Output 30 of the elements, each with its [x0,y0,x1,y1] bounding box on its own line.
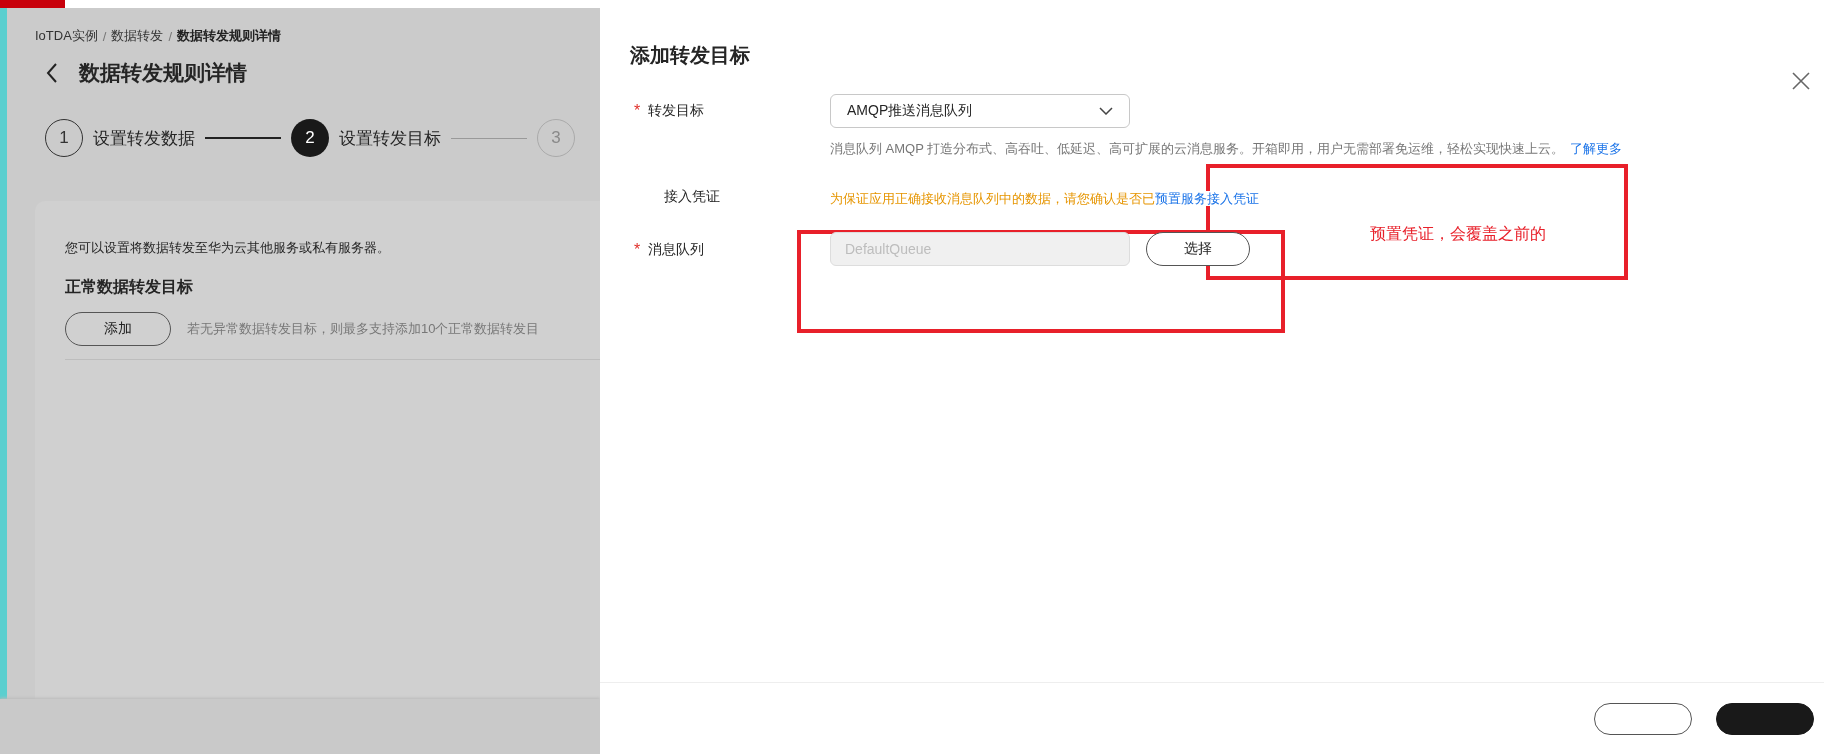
credential-link[interactable]: 预置服务接入凭证 [1155,191,1259,206]
drawer-title: 添加转发目标 [630,43,750,68]
required-mark: * [634,241,642,259]
breadcrumb-link[interactable]: 数据转发 [111,27,164,45]
section-heading: 正常数据转发目标 [65,277,194,297]
step-label: 设置转发目标 [339,127,441,150]
breadcrumb-current: 数据转发规则详情 [177,27,282,45]
annotation-text: 预置凭证，会覆盖之前的 [1370,224,1546,244]
field-label: 接入凭证 [664,188,720,206]
footer-button[interactable] [1716,702,1814,735]
logo-block [0,0,65,8]
description-text: 消息队列 AMQP 打造分布式、高吞吐、低延迟、高可扩展的云消息服务。开箱即用，用户无需部署免运维，轻松实现快速上云。 [830,141,1565,156]
close-icon[interactable] [1792,72,1810,90]
learn-more-link[interactable]: 了解更多 [1570,141,1623,156]
page-title: 数据转发规则详情 [79,60,247,86]
step-number: 2 [291,119,329,157]
breadcrumb-separator: / [168,28,173,44]
warning-text: 为保证应用正确接收消息队列中的数据，请您确认是否已 [830,191,1155,206]
target-select[interactable]: AMQP推送消息队列 [830,94,1130,128]
intro-text: 您可以设置将数据转发至华为云其他服务或私有服务器。 [65,239,391,257]
field-label: 消息队列 [648,241,704,259]
back-icon[interactable] [45,62,59,84]
step-label: 设置转发数据 [93,127,195,150]
hint-text: 若无异常数据转发目标，则最多支持添加10个正常数据转发目 [187,320,540,338]
breadcrumb-separator: / [102,28,107,44]
breadcrumb-link[interactable]: IoTDA实例 [35,27,98,45]
chevron-down-icon [1099,107,1113,115]
field-label: 转发目标 [648,102,704,120]
footer-button[interactable] [1594,702,1692,735]
required-mark: * [634,102,642,120]
